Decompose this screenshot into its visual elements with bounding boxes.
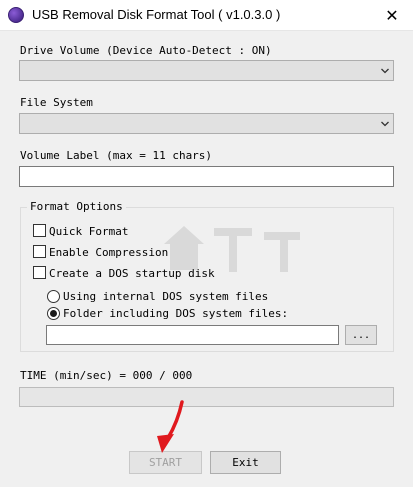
folder-dos-files-radio[interactable] bbox=[47, 307, 60, 320]
drive-volume-label: Drive Volume (Device Auto-Detect : ON) bbox=[20, 44, 272, 57]
quick-format-label: Quick Format bbox=[49, 225, 129, 238]
drive-volume-select[interactable] bbox=[19, 60, 394, 81]
quick-format-checkbox[interactable] bbox=[33, 224, 46, 237]
app-disk-icon bbox=[8, 7, 24, 23]
volume-label-input[interactable] bbox=[19, 166, 394, 187]
browse-folder-button[interactable]: ... bbox=[345, 325, 377, 345]
chevron-down-icon bbox=[381, 68, 389, 74]
title-bar[interactable]: USB Removal Disk Format Tool ( v1.0.3.0 … bbox=[0, 0, 413, 31]
file-system-label: File System bbox=[20, 96, 93, 109]
create-dos-startup-checkbox[interactable] bbox=[33, 266, 46, 279]
create-dos-startup-label: Create a DOS startup disk bbox=[49, 267, 215, 280]
app-window: USB Removal Disk Format Tool ( v1.0.3.0 … bbox=[0, 0, 413, 487]
chevron-down-icon bbox=[381, 121, 389, 127]
volume-label-caption: Volume Label (max = 11 chars) bbox=[20, 149, 213, 162]
time-readout: TIME (min/sec) = 000 / 000 bbox=[20, 369, 193, 382]
folder-dos-files-label: Folder including DOS system files: bbox=[63, 307, 289, 320]
format-progress-bar bbox=[19, 387, 394, 407]
dos-folder-path-input[interactable] bbox=[46, 325, 339, 345]
internal-dos-files-radio[interactable] bbox=[47, 290, 60, 303]
file-system-select[interactable] bbox=[19, 113, 394, 134]
internal-dos-files-label: Using internal DOS system files bbox=[63, 290, 269, 303]
exit-button[interactable]: Exit bbox=[210, 451, 281, 474]
format-options-title: Format Options bbox=[27, 200, 126, 213]
enable-compression-label: Enable Compression bbox=[49, 246, 169, 259]
window-title: USB Removal Disk Format Tool ( v1.0.3.0 … bbox=[32, 7, 281, 22]
close-icon[interactable]: ✕ bbox=[371, 0, 413, 30]
enable-compression-checkbox[interactable] bbox=[33, 245, 46, 258]
annotation-arrow-icon bbox=[157, 400, 184, 453]
